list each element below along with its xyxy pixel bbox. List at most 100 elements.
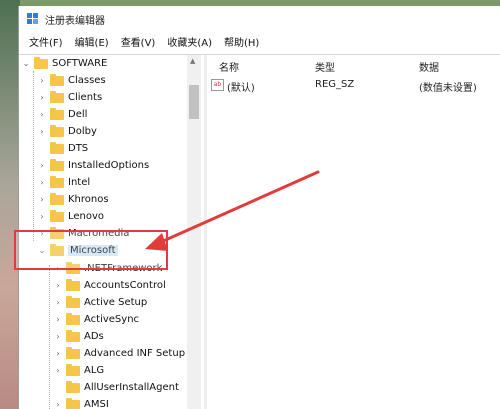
chevron-right-icon[interactable]: ›: [53, 264, 63, 273]
regedit-icon: [27, 13, 39, 25]
menu-view[interactable]: 查看(V): [115, 34, 162, 49]
values-pane: 名称 类型 数据 ab (默认) REG_SZ (数值未设置): [209, 55, 500, 409]
tree-node-label: ActiveSync: [84, 314, 140, 325]
column-name[interactable]: 名称: [219, 59, 239, 74]
menu-help[interactable]: 帮助(H): [218, 34, 265, 49]
folder-icon: [50, 90, 64, 103]
menu-file[interactable]: 文件(F): [23, 34, 69, 49]
folder-icon: [50, 226, 64, 239]
tree-node-label: Dell: [68, 109, 88, 120]
tree-node-dell[interactable]: › Dell: [37, 106, 87, 123]
column-data[interactable]: 数据: [419, 59, 439, 74]
chevron-right-icon[interactable]: ›: [37, 161, 47, 170]
list-row[interactable]: ab (默认) REG_SZ (数值未设置): [209, 77, 500, 94]
folder-icon: [50, 141, 64, 154]
tree-node-alluserinstallagent[interactable]: AllUserInstallAgent: [53, 379, 179, 396]
tree-node-label: Classes: [68, 75, 106, 86]
tree-node-classes[interactable]: › Classes: [37, 72, 106, 89]
tree-node-dolby[interactable]: › Dolby: [37, 123, 97, 140]
folder-icon: [66, 312, 80, 325]
chevron-right-icon[interactable]: ›: [53, 315, 63, 324]
folder-icon: [50, 192, 64, 205]
chevron-right-icon[interactable]: ›: [53, 332, 63, 341]
menu-favorites[interactable]: 收藏夹(A): [161, 34, 218, 49]
pane-splitter[interactable]: [204, 55, 207, 409]
tree-node-macromedia[interactable]: › Macromedia: [37, 225, 129, 242]
tree-node-accountscontrol[interactable]: › AccountsControl: [53, 277, 166, 294]
value-name: (默认): [227, 83, 255, 94]
tree-node-label: Dolby: [68, 126, 97, 137]
chevron-right-icon[interactable]: ›: [53, 400, 63, 409]
tree-node-active-setup[interactable]: › Active Setup: [53, 294, 147, 311]
tree-node-label: Intel: [68, 177, 91, 188]
tree-node-microsoft[interactable]: ⌄ Microsoft: [37, 242, 118, 259]
folder-icon: [66, 261, 80, 274]
chevron-right-icon[interactable]: ›: [37, 212, 47, 221]
chevron-down-icon[interactable]: ⌄: [37, 246, 47, 255]
folder-icon: [66, 397, 80, 409]
tree-node-amsi[interactable]: › AMSI: [53, 396, 109, 409]
folder-icon: [34, 56, 48, 69]
value-type: REG_SZ: [315, 79, 355, 90]
tree-node-label: ALG: [84, 365, 105, 376]
title-bar: 注册表编辑器: [19, 6, 500, 32]
tree-node-dts[interactable]: DTS: [37, 140, 88, 157]
tree-node-alg[interactable]: › ALG: [53, 362, 104, 379]
tree-node-netframework[interactable]: › .NETFramework: [53, 260, 162, 277]
desktop-background: [0, 0, 20, 409]
chevron-right-icon[interactable]: ›: [53, 281, 63, 290]
tree-node-ads[interactable]: › ADs: [53, 328, 104, 345]
window-title: 注册表编辑器: [45, 15, 105, 27]
menu-edit[interactable]: 编辑(E): [69, 34, 115, 49]
tree-pane: ⌄ SOFTWARE › Classes › Clients › Dell › …: [19, 55, 204, 409]
chevron-right-icon[interactable]: ›: [37, 76, 47, 85]
chevron-right-icon[interactable]: ›: [37, 195, 47, 204]
tree-node-label: SOFTWARE: [52, 58, 108, 69]
string-value-icon: ab: [211, 79, 224, 91]
folder-icon: [66, 346, 80, 359]
tree-node-label-selected: Microsoft: [68, 245, 118, 256]
menu-bar: 文件(F) 编辑(E) 查看(V) 收藏夹(A) 帮助(H): [19, 32, 500, 50]
tree-scrollbar[interactable]: ▲: [187, 55, 201, 409]
tree-node-installedoptions[interactable]: › InstalledOptions: [37, 157, 149, 174]
folder-icon: [50, 243, 64, 256]
chevron-right-icon[interactable]: ›: [37, 110, 47, 119]
tree-node-label: Advanced INF Setup: [84, 348, 186, 359]
chevron-right-icon[interactable]: ›: [53, 366, 63, 375]
column-type[interactable]: 类型: [315, 59, 335, 74]
chevron-right-icon[interactable]: ›: [53, 349, 63, 358]
tree-node-advanced-inf-setup[interactable]: › Advanced INF Setup: [53, 345, 185, 362]
tree-node-label: Active Setup: [84, 297, 148, 308]
scroll-up-icon[interactable]: ▲: [190, 57, 195, 65]
folder-icon: [50, 107, 64, 120]
tree-node-software[interactable]: ⌄ SOFTWARE: [21, 55, 107, 72]
chevron-right-icon[interactable]: ›: [37, 229, 47, 238]
folder-icon: [66, 295, 80, 308]
tree-node-label: Lenovo: [68, 211, 105, 222]
chevron-right-icon[interactable]: ›: [37, 178, 47, 187]
folder-icon: [66, 363, 80, 376]
chevron-right-icon[interactable]: ›: [37, 127, 47, 136]
tree-node-label: InstalledOptions: [68, 160, 150, 171]
scroll-thumb[interactable]: [189, 85, 199, 119]
tree-node-activesync[interactable]: › ActiveSync: [53, 311, 139, 328]
folder-icon: [50, 175, 64, 188]
chevron-right-icon[interactable]: ›: [37, 93, 47, 102]
tree-node-lenovo[interactable]: › Lenovo: [37, 208, 104, 225]
tree-node-khronos[interactable]: › Khronos: [37, 191, 109, 208]
folder-icon: [66, 380, 80, 393]
tree-guide-line: [33, 71, 34, 241]
chevron-right-icon[interactable]: ›: [53, 298, 63, 307]
tree-node-clients[interactable]: › Clients: [37, 89, 102, 106]
tree-node-label: Clients: [68, 92, 103, 103]
tree-node-label: ADs: [84, 331, 104, 342]
tree-node-label: .NETFramework: [84, 263, 163, 274]
value-data: (数值未设置): [419, 83, 477, 94]
tree-node-label: AccountsControl: [84, 280, 166, 291]
list-header: 名称 类型 数据: [209, 55, 500, 74]
folder-icon: [50, 124, 64, 137]
chevron-down-icon[interactable]: ⌄: [21, 59, 31, 68]
folder-icon: [66, 329, 80, 342]
tree-node-label: AMSI: [84, 399, 109, 409]
tree-node-intel[interactable]: › Intel: [37, 174, 90, 191]
